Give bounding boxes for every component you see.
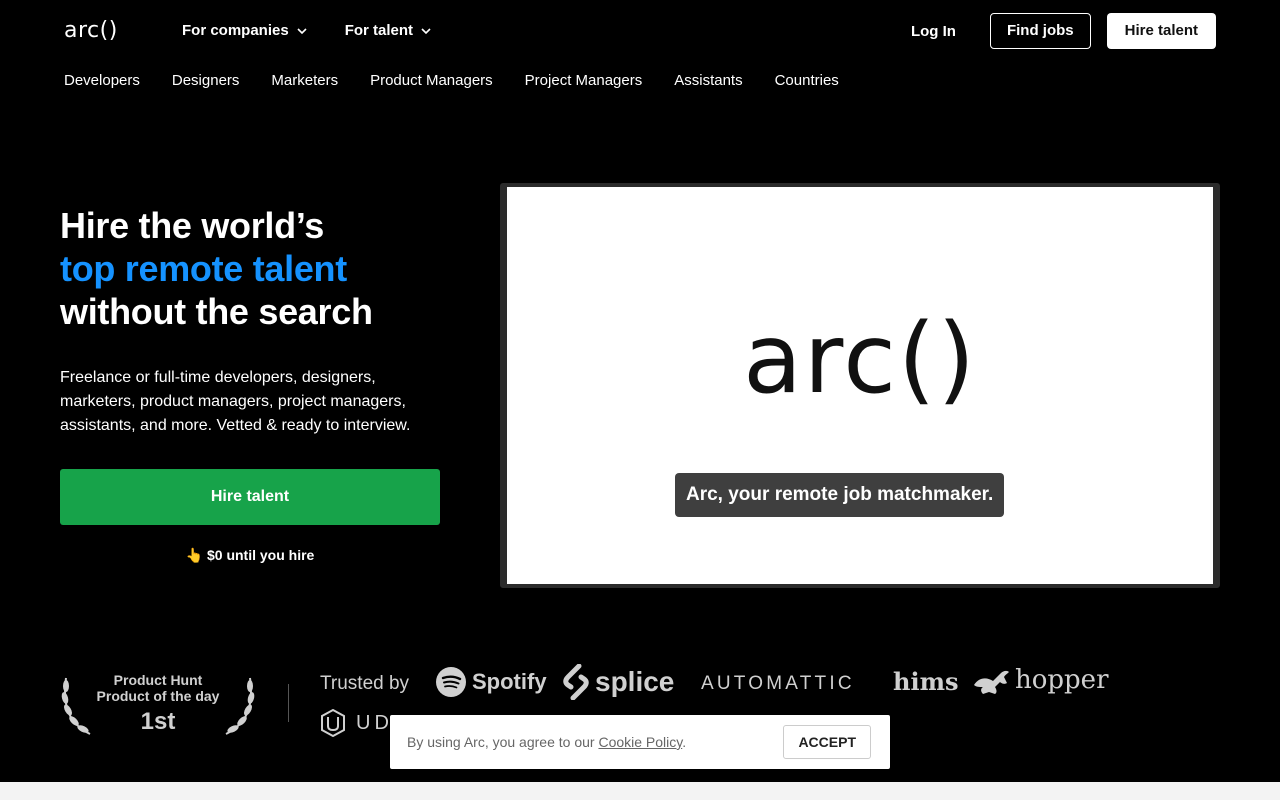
splice-wordmark: splice — [595, 666, 675, 697]
hero-title: Hire the world’s top remote talent witho… — [60, 204, 373, 333]
hero-description: Freelance or full-time developers, desig… — [60, 369, 411, 434]
chevron-down-icon — [297, 27, 307, 34]
hero-title-line3: without the search — [60, 291, 373, 332]
udacity-logo: UD — [320, 709, 393, 737]
hopper-wordmark: hopper — [1015, 665, 1109, 695]
hero-title-line1: Hire the world’s — [60, 205, 324, 246]
nav-for-companies[interactable]: For companies — [182, 22, 307, 39]
cookie-policy-link[interactable]: Cookie Policy — [598, 734, 682, 750]
intro-video[interactable]: arc() Arc, your remote job matchmaker. — [500, 183, 1220, 588]
subnav-countries[interactable]: Countries — [775, 72, 839, 89]
product-hunt-badge: Product Hunt Product of the day 1st — [60, 670, 256, 735]
cookie-text: By using Arc, you agree to our — [407, 734, 595, 750]
header-actions: Log In Find jobs Hire talent — [911, 13, 1216, 49]
spotify-wordmark: Spotify — [472, 669, 547, 694]
hero-title-highlight: top remote talent — [60, 248, 347, 289]
video-caption: Arc, your remote job matchmaker. — [675, 473, 1005, 517]
trusted-by-label: Trusted by — [320, 673, 410, 694]
subnav-designers[interactable]: Designers — [172, 72, 240, 89]
chevron-down-icon — [421, 27, 431, 34]
cookie-period: . — [682, 734, 687, 750]
video-canvas[interactable]: arc() Arc, your remote job matchmaker. — [507, 187, 1213, 584]
cookie-accept-button[interactable]: ACCEPT — [783, 725, 871, 759]
login-link[interactable]: Log In — [911, 23, 956, 40]
product-hunt-line2: Product of the day — [96, 688, 220, 704]
top-nav: For companies For talent — [182, 22, 431, 39]
nav-for-talent-label: For talent — [344, 22, 414, 39]
next-section-edge — [0, 782, 1280, 800]
hire-talent-cta-button[interactable]: Hire talent — [60, 469, 440, 525]
cookie-message: By using Arc, you agree to our Cookie Po… — [407, 734, 686, 750]
badge-divider — [288, 684, 289, 722]
hims-logo: hims — [893, 667, 959, 696]
hire-talent-header-button[interactable]: Hire talent — [1106, 13, 1216, 49]
subnav-marketers[interactable]: Marketers — [271, 72, 338, 89]
category-subnav: Developers Designers Marketers Product M… — [64, 72, 839, 89]
subnav-product-managers[interactable]: Product Managers — [370, 72, 493, 89]
subnav-developers[interactable]: Developers — [64, 72, 140, 89]
hopper-logo: hopper — [971, 665, 1109, 695]
spotify-logo: Spotify — [436, 667, 547, 697]
bunny-icon — [974, 670, 1009, 694]
nav-for-companies-label: For companies — [182, 22, 289, 39]
automattic-logo: AUTOMATTIC — [701, 673, 855, 694]
spotify-icon — [436, 667, 466, 697]
pricing-note-text: $0 until you hire — [206, 547, 315, 563]
cookie-banner: By using Arc, you agree to our Cookie Po… — [390, 715, 890, 769]
nav-for-talent[interactable]: For talent — [345, 22, 431, 39]
subnav-project-managers[interactable]: Project Managers — [525, 72, 643, 89]
udacity-wordmark: UD — [356, 711, 393, 734]
pricing-note: 👆 $0 until you hire — [60, 547, 440, 564]
pointing-hand-icon: 👆 — [185, 547, 204, 563]
splice-icon — [563, 664, 589, 700]
subnav-assistants[interactable]: Assistants — [674, 72, 742, 89]
laurel-right-icon — [225, 677, 255, 735]
product-hunt-line1: Product Hunt — [113, 672, 203, 688]
udacity-icon — [321, 709, 345, 737]
arc-logo[interactable]: arc() — [64, 18, 118, 43]
splice-logo: splice — [563, 664, 674, 700]
find-jobs-button[interactable]: Find jobs — [989, 13, 1091, 49]
video-arc-logo: arc() — [743, 303, 977, 415]
